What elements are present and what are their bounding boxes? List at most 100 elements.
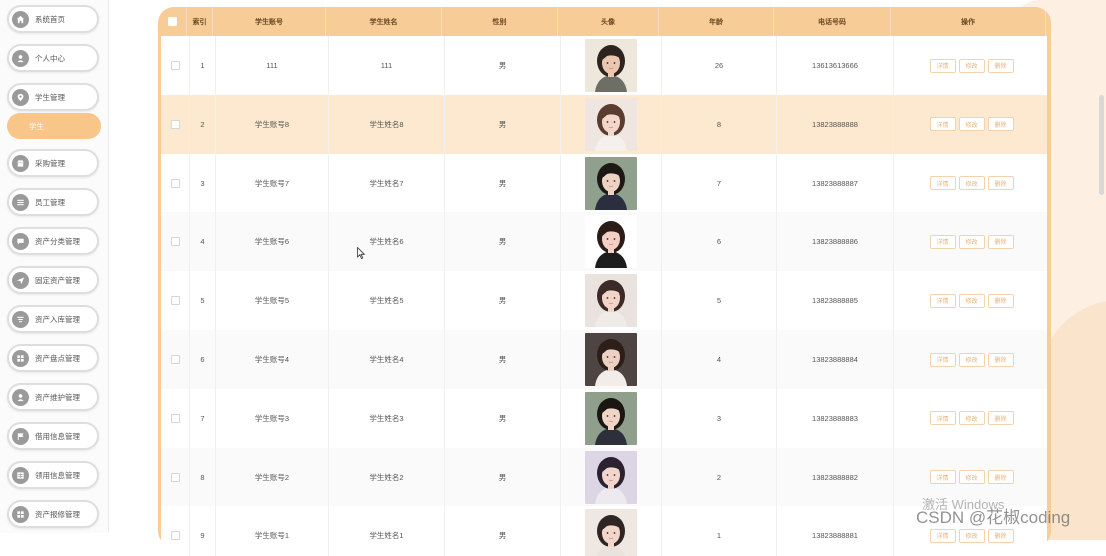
table-row[interactable]: 9 学生账号1 学生姓名1 男 1 13823888881 详情 修改 删除: [161, 506, 1047, 556]
row-name: 学生姓名3: [329, 388, 445, 448]
detail-button[interactable]: 详情: [929, 117, 956, 132]
row-avatar-cell: [561, 271, 662, 331]
sidebar-item-12[interactable]: 资产报修管理: [7, 500, 99, 528]
row-avatar-cell: [561, 36, 662, 95]
row-checkbox[interactable]: [170, 178, 180, 188]
sidebar-item-1[interactable]: 个人中心: [7, 44, 99, 72]
row-checkbox[interactable]: [170, 61, 180, 70]
table-row[interactable]: 3 学生账号7 学生姓名7 男 7 13823888887 详情 修改 删除: [161, 153, 1047, 213]
row-index: 4: [190, 212, 216, 272]
edit-button[interactable]: 修改: [958, 411, 985, 426]
row-checkbox[interactable]: [170, 355, 180, 364]
row-account: 111: [216, 36, 329, 95]
table-row[interactable]: 5 学生账号5 学生姓名5 男 5 13823888885 详情 修改 删除: [161, 271, 1047, 331]
row-account: 学生账号2: [216, 447, 329, 507]
page-scrollbar[interactable]: [1099, 95, 1104, 195]
sidebar-item-0[interactable]: 系统首页: [7, 5, 99, 33]
detail-button[interactable]: 详情: [929, 234, 956, 249]
delete-button[interactable]: 删除: [987, 117, 1014, 132]
delete-button[interactable]: 删除: [987, 470, 1014, 485]
delete-button[interactable]: 删除: [987, 411, 1014, 426]
sidebar-item-4[interactable]: 员工管理: [7, 188, 99, 216]
sidebar-item-label: 借用信息管理: [35, 431, 80, 441]
row-checkbox[interactable]: [170, 296, 180, 306]
row-name: 111: [329, 36, 445, 95]
student-avatar: [585, 39, 637, 92]
row-name: 学生姓名1: [329, 506, 445, 556]
detail-button[interactable]: 详情: [929, 352, 956, 367]
detail-button[interactable]: 详情: [929, 528, 956, 543]
header-phone: 电话号码: [774, 7, 891, 36]
header-age: 年龄: [659, 7, 774, 36]
edit-button[interactable]: 修改: [958, 117, 985, 132]
detail-button[interactable]: 详情: [929, 176, 956, 191]
delete-button[interactable]: 删除: [987, 176, 1014, 191]
sidebar-item-3[interactable]: 采购管理: [7, 149, 99, 177]
edit-button[interactable]: 修改: [958, 470, 985, 485]
sidebar-item-5[interactable]: 资产分类管理: [7, 227, 99, 255]
edit-button[interactable]: 修改: [958, 528, 985, 543]
delete-button[interactable]: 删除: [987, 293, 1014, 308]
sidebar-item-7[interactable]: 资产入库管理: [7, 305, 99, 333]
row-checkbox[interactable]: [170, 472, 180, 482]
row-checkbox[interactable]: [170, 119, 180, 129]
row-checkbox-cell: [161, 506, 190, 556]
sidebar-item-2[interactable]: 学生管理: [7, 83, 99, 111]
edit-button[interactable]: 修改: [958, 58, 985, 73]
row-actions: 详情 修改 删除: [894, 389, 1047, 448]
row-phone: 13823888888: [777, 94, 894, 154]
row-gender: 男: [445, 271, 561, 331]
sidebar-item-label: 资产维护管理: [35, 392, 80, 402]
detail-button[interactable]: 详情: [929, 411, 956, 426]
header-index: 索引: [187, 7, 213, 36]
delete-button[interactable]: 删除: [987, 234, 1014, 249]
csdn-watermark: CSDN @花椒coding: [916, 508, 1071, 527]
send-icon: [12, 271, 29, 289]
row-checkbox-cell: [161, 153, 190, 213]
delete-button[interactable]: 删除: [987, 352, 1014, 367]
edit-button[interactable]: 修改: [958, 293, 985, 308]
row-index: 7: [190, 388, 216, 448]
sidebar-item-6[interactable]: 固定资产管理: [7, 266, 99, 294]
table-row[interactable]: 1 111 111 男 26 13613613666 详情 修改 删除: [161, 36, 1047, 95]
delete-button[interactable]: 删除: [987, 528, 1014, 543]
row-gender: 男: [445, 506, 561, 556]
student-avatar: [585, 450, 637, 504]
grid-icon: [12, 505, 29, 523]
row-checkbox[interactable]: [170, 413, 180, 423]
row-phone: 13823888883: [777, 388, 894, 448]
delete-button[interactable]: 删除: [987, 58, 1014, 73]
edit-button[interactable]: 修改: [958, 176, 985, 191]
filter-icon: [12, 310, 29, 328]
student-avatar: [585, 156, 637, 210]
table-row[interactable]: 6 学生账号4 学生姓名4 男 4 13823888884 详情 修改 删除: [161, 330, 1047, 389]
row-checkbox-cell: [161, 94, 190, 154]
table-row[interactable]: 7 学生账号3 学生姓名3 男 3 13823888883 详情 修改 删除: [161, 388, 1047, 448]
header-checkbox-cell: [158, 7, 187, 36]
detail-button[interactable]: 详情: [929, 58, 956, 73]
table-row[interactable]: 2 学生账号8 学生姓名8 男 8 13823888888 详情 修改 删除: [161, 94, 1047, 154]
row-account: 学生账号8: [216, 94, 329, 154]
row-avatar-cell: [561, 447, 662, 507]
shop-icon: [12, 154, 29, 172]
edit-button[interactable]: 修改: [958, 352, 985, 367]
edit-button[interactable]: 修改: [958, 234, 985, 249]
sidebar-item-label: 采购管理: [35, 158, 65, 168]
sidebar-item-label: 资产入库管理: [35, 314, 80, 324]
detail-button[interactable]: 详情: [929, 293, 956, 308]
row-checkbox[interactable]: [170, 237, 180, 247]
sidebar-item-11[interactable]: 领用信息管理: [7, 461, 99, 489]
sidebar-item-label: 资产盘点管理: [35, 353, 80, 363]
row-index: 3: [190, 153, 216, 213]
row-actions: 详情 修改 删除: [894, 271, 1047, 330]
detail-button[interactable]: 详情: [929, 470, 956, 485]
sidebar-item-9[interactable]: 资产维护管理: [7, 383, 99, 411]
select-all-checkbox[interactable]: [167, 17, 177, 26]
sidebar-item-8[interactable]: 资产盘点管理: [7, 344, 99, 372]
sidebar-item-10[interactable]: 借用信息管理: [7, 422, 99, 450]
row-age: 8: [662, 94, 777, 154]
table-row[interactable]: 4 学生账号6 学生姓名6 男 6 13823888886 详情 修改 删除: [161, 212, 1047, 272]
table-row[interactable]: 8 学生账号2 学生姓名2 男 2 13823888882 详情 修改 删除: [161, 447, 1047, 507]
row-checkbox-cell: [161, 330, 190, 389]
sidebar-subitem-student[interactable]: 学生: [7, 113, 101, 139]
